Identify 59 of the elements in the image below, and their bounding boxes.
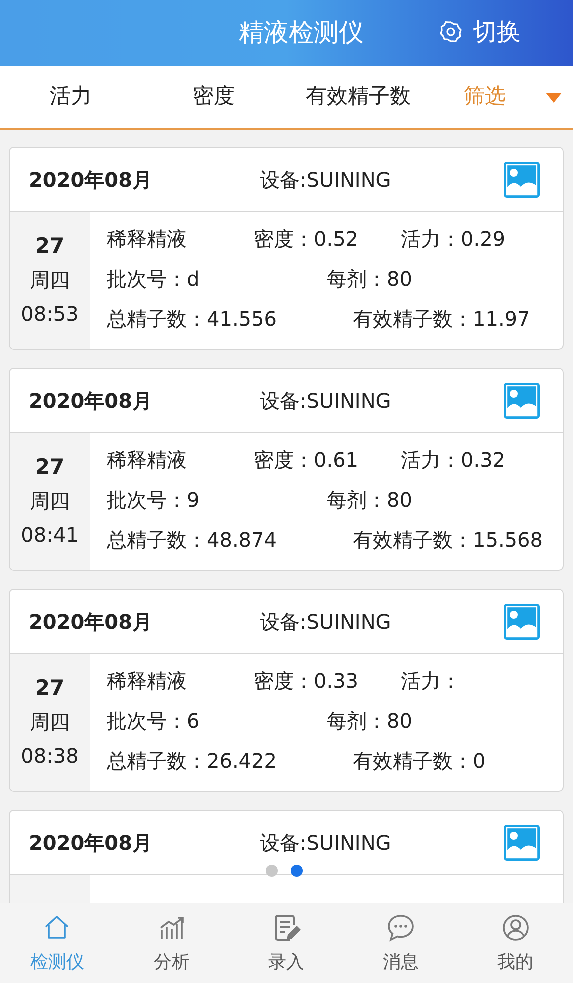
record-field: 批次号：9 [107,487,327,513]
device-label: 设备:SUINING [260,388,392,414]
record-field: 稀释精液 [107,447,254,473]
filter-tab[interactable]: 有效精子数 [303,81,461,113]
time-label: 08:41 [21,522,79,548]
record-field: 有效精子数：15.568 [353,527,543,553]
record-field: 稀释精液 [107,226,254,252]
image-icon[interactable] [504,383,540,419]
record-field: 批次号：d [107,266,327,292]
record-field: 密度：0.52 [254,226,401,252]
device-label: 设备:SUINING [260,830,392,856]
record-month: 2020年08月 [29,608,154,636]
dropdown-caret-icon[interactable] [546,93,562,104]
weekday-label: 周四 [30,488,70,514]
record-month: 2020年08月 [29,830,154,856]
record-field: 总精子数：41.556 [107,306,353,332]
day-number: 27 [35,233,65,259]
settings-icon [439,20,463,44]
filter-tab[interactable]: 密度 [145,81,303,113]
filter-tab[interactable]: 活力 [0,81,145,113]
record-field: 有效精子数：11.97 [353,306,530,332]
nav-tab[interactable]: 分析 [114,903,230,983]
record-month: 2020年08月 [29,166,154,194]
record-month: 2020年08月 [29,388,154,414]
device-label: 设备:SUINING [260,608,392,636]
record-field: 总精子数：26.422 [107,748,353,774]
record-field: 每剂：80 [327,708,412,734]
device-label: 设备:SUINING [260,166,392,194]
record-field: 稀释精液 [107,668,254,694]
record-card[interactable]: 2020年08月 设备:SUINING [9,810,564,903]
image-icon[interactable] [504,604,540,640]
nav-tab[interactable]: 消息 [344,903,458,983]
record-card[interactable]: 2020年08月 设备:SUINING 27 周四 08:41 稀释精液 密度：0.61 活力：0.32 批次号：9 每剂：80 总精子数：48.874 有效精子数：15.568 [9,368,564,571]
record-field: 批次号：6 [107,708,327,734]
image-icon[interactable] [504,162,540,198]
record-field: 每剂：80 [327,487,412,513]
day-number: 27 [35,675,65,701]
record-card[interactable]: 2020年08月 设备:SUINING 27 周四 08:38 稀释精液 密度：0.33 活力： 批次号：6 每剂：80 总精子数：26.422 有效精子数：0 [9,589,564,792]
record-card[interactable]: 2020年08月 设备:SUINING 27 周四 08:53 稀释精液 密度：0.52 活力：0.29 批次号：d 每剂：80 总精子数：41.556 有效精子数：11.97 [9,147,564,350]
nav-tab[interactable]: 我的 [458,903,573,983]
weekday-label: 周四 [30,709,70,735]
day-number: 27 [35,454,65,480]
record-field: 有效精子数：0 [353,748,486,774]
record-field: 总精子数：48.874 [107,527,353,553]
user-icon [500,913,531,943]
chat-icon [386,913,416,943]
record-field: 每剂：80 [327,266,412,292]
nav-tab[interactable]: 录入 [229,903,344,983]
record-field: 密度：0.33 [254,668,401,694]
record-field: 活力：0.29 [401,226,506,252]
record-field: 密度：0.61 [254,447,401,473]
time-label: 08:38 [21,743,79,769]
record-field: 活力：0.32 [401,447,506,473]
weekday-label: 周四 [30,267,70,293]
image-icon[interactable] [504,825,540,861]
time-label: 08:53 [21,301,79,327]
switch-button[interactable]: 切换 [439,14,521,50]
app-title: 精液检测仪 [239,17,364,50]
record-field: 活力： [401,668,461,694]
